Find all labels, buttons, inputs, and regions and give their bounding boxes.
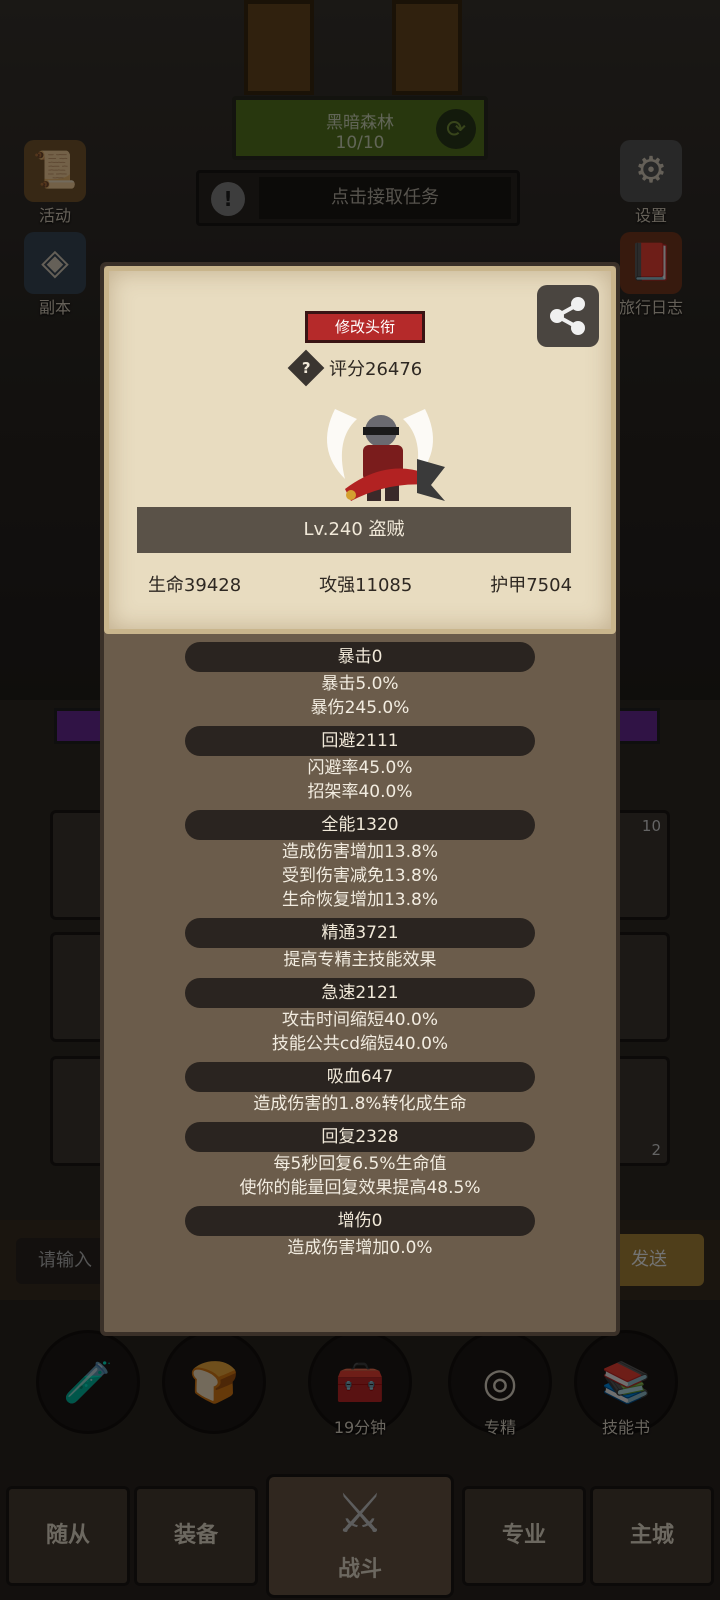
attr-header-lifesteal: 吸血647 bbox=[185, 1062, 535, 1092]
bread-icon: 🍞 bbox=[162, 1330, 266, 1434]
potion-icon: 🧪 bbox=[36, 1330, 140, 1434]
slot-count: 2 bbox=[651, 1141, 661, 1159]
help-glyph: ? bbox=[301, 358, 311, 377]
stage-indicator[interactable]: 黑暗森林 10/10 ⟳ bbox=[232, 96, 488, 160]
profile-card: 修改头衔 ? 评分26476 Lv.240 盗贼 生命39428 攻强11085… bbox=[104, 266, 616, 634]
tab-profession[interactable]: 专业 bbox=[462, 1486, 586, 1586]
attr-line: 暴击5.0% bbox=[321, 674, 399, 694]
attr-line: 闪避率45.0% bbox=[307, 758, 413, 778]
task-label: 点击接取任务 bbox=[259, 177, 511, 219]
attr-header-versatility: 全能1320 bbox=[185, 810, 535, 840]
banner-post-left bbox=[244, 0, 314, 95]
attr-header-regen: 回复2328 bbox=[185, 1122, 535, 1152]
stat-attack-power: 攻强11085 bbox=[319, 575, 413, 596]
attr-line: 受到伤害减免13.8% bbox=[281, 866, 438, 886]
hero-avatar bbox=[327, 409, 445, 501]
food-button[interactable]: 🍞 bbox=[160, 1330, 268, 1434]
edit-title-button[interactable]: 修改头衔 bbox=[305, 311, 425, 343]
tab-followers[interactable]: 随从 bbox=[6, 1486, 130, 1586]
level-class-bar: Lv.240 盗贼 bbox=[137, 507, 571, 553]
attr-line: 技能公共cd缩短40.0% bbox=[271, 1034, 449, 1054]
attr-line: 暴伤245.0% bbox=[310, 698, 410, 718]
activity-label: 活动 bbox=[38, 206, 71, 225]
attr-line: 提高专精主技能效果 bbox=[283, 950, 437, 970]
stat-armor: 护甲7504 bbox=[490, 575, 573, 596]
refresh-icon[interactable]: ⟳ bbox=[436, 109, 476, 149]
settings-button[interactable]: ⚙ 设置 bbox=[606, 140, 696, 226]
chest-timer: 19分钟 bbox=[333, 1418, 387, 1437]
tab-battle[interactable]: ⚔ 战斗 bbox=[266, 1474, 454, 1598]
bottom-nav: 随从 装备 ⚔ 战斗 专业 主城 bbox=[0, 1470, 720, 1600]
attr-line: 生命恢复增加13.8% bbox=[281, 890, 438, 910]
banner-post-right bbox=[392, 0, 462, 95]
stats-row: 生命39428 攻强11085 护甲7504 bbox=[109, 571, 611, 597]
settings-label: 设置 bbox=[634, 206, 667, 225]
attr-line: 每5秒回复6.5%生命值 bbox=[273, 1154, 447, 1174]
attr-line: 造成伤害增加0.0% bbox=[287, 1238, 433, 1258]
task-bar[interactable]: ! 点击接取任务 bbox=[196, 170, 520, 226]
help-icon[interactable]: ? bbox=[287, 349, 325, 387]
score-text: 评分26476 bbox=[329, 359, 423, 380]
skill-book-button[interactable]: 📚 技能书 bbox=[572, 1330, 680, 1438]
attr-header-mastery: 精通3721 bbox=[185, 918, 535, 948]
attr-header-avoidance: 回避2111 bbox=[185, 726, 535, 756]
slot-count: 10 bbox=[641, 817, 661, 835]
activity-scroll-icon: 📜 bbox=[24, 140, 86, 202]
share-icon bbox=[550, 297, 585, 335]
skill-book-label: 技能书 bbox=[601, 1418, 650, 1437]
stat-health: 生命39428 bbox=[147, 575, 242, 596]
character-info-popup: 修改头衔 ? 评分26476 Lv.240 盗贼 生命39428 攻强11085… bbox=[100, 262, 620, 1336]
journal-book-icon: 📕 bbox=[620, 232, 682, 294]
dungeon-crystal-icon: ◈ bbox=[24, 232, 86, 294]
tab-equipment[interactable]: 装备 bbox=[134, 1486, 258, 1586]
attr-line: 攻击时间缩短40.0% bbox=[281, 1010, 438, 1030]
attr-line: 招架率40.0% bbox=[307, 782, 413, 802]
dungeon-button[interactable]: ◈ 副本 bbox=[10, 232, 100, 318]
attr-line: 造成伤害的1.8%转化成生命 bbox=[253, 1094, 467, 1114]
specialization-label: 专精 bbox=[483, 1418, 516, 1437]
specialization-button[interactable]: ◎ 专精 bbox=[446, 1330, 554, 1438]
attr-header-damage-bonus: 增伤0 bbox=[185, 1206, 535, 1236]
dungeon-label: 副本 bbox=[38, 298, 71, 317]
attr-header-haste: 急速2121 bbox=[185, 978, 535, 1008]
crossed-swords-icon: ⚔ bbox=[335, 1482, 385, 1545]
tab-main-city[interactable]: 主城 bbox=[590, 1486, 714, 1586]
score-row: ? 评分26476 bbox=[287, 349, 423, 387]
potion-button[interactable]: 🧪 bbox=[34, 1330, 142, 1434]
alert-icon: ! bbox=[211, 182, 245, 216]
chest-button[interactable]: 🧰 19分钟 bbox=[306, 1330, 414, 1438]
share-button[interactable] bbox=[537, 285, 599, 347]
battle-label: 战斗 bbox=[337, 1557, 382, 1582]
gear-icon: ⚙ bbox=[620, 140, 682, 202]
attr-line: 使你的能量回复效果提高48.5% bbox=[239, 1178, 481, 1198]
attr-line: 造成伤害增加13.8% bbox=[281, 842, 438, 862]
activity-button[interactable]: 📜 活动 bbox=[10, 140, 100, 226]
attr-header-crit: 暴击0 bbox=[185, 642, 535, 672]
attribute-list: 暴击0 暴击5.0% 暴伤245.0% 回避2111 闪避率45.0% 招架率4… bbox=[100, 636, 620, 1260]
